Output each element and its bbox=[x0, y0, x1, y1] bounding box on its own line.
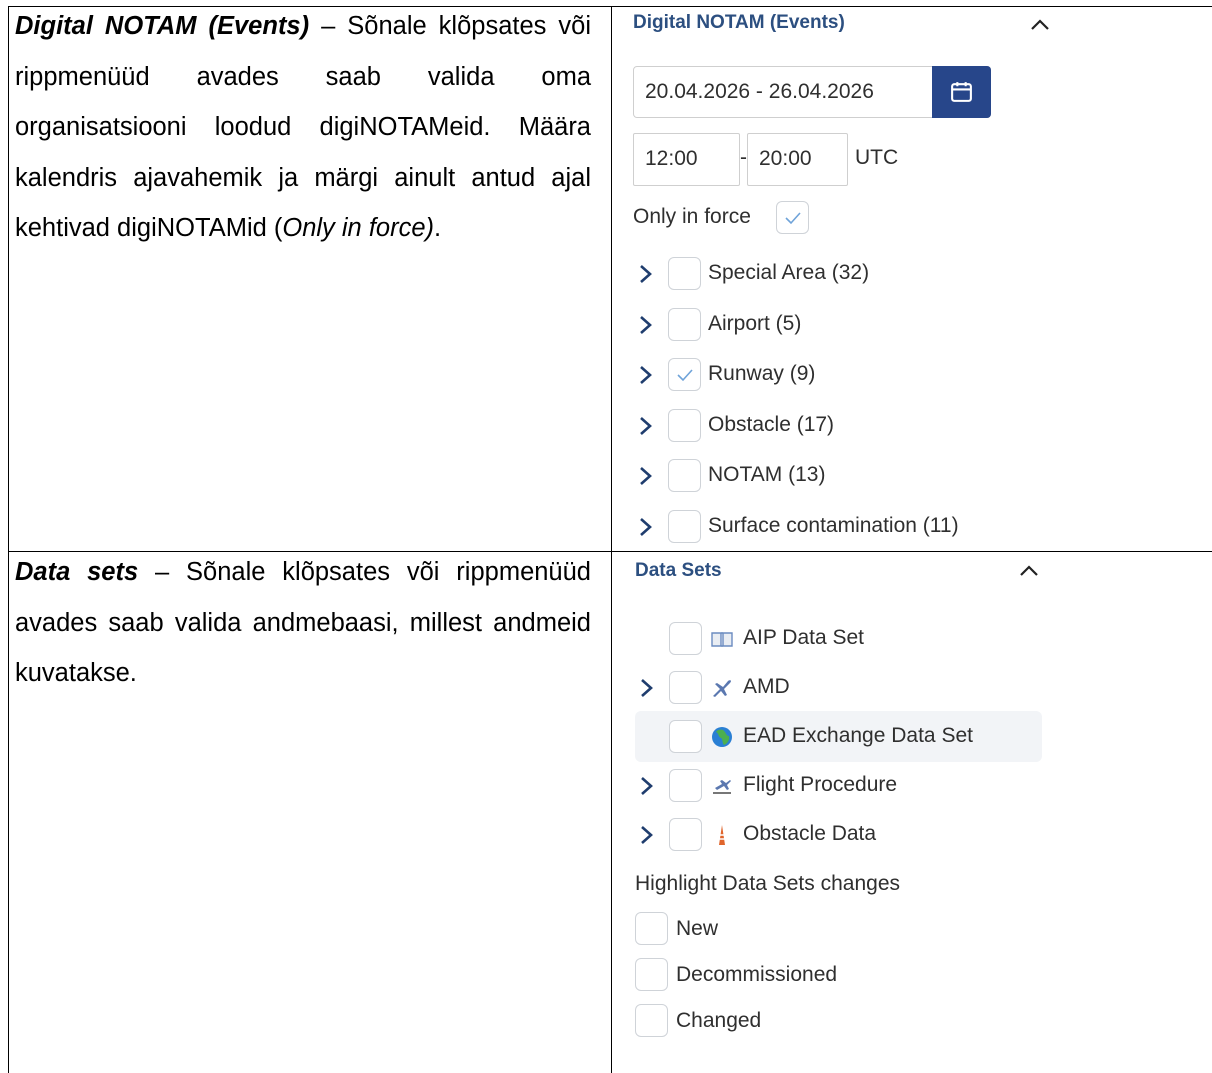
chevron-right-icon[interactable] bbox=[638, 774, 656, 798]
datasets-description: Data sets – Sõnale klõpsates või rippmen… bbox=[15, 547, 591, 699]
table-left-border bbox=[8, 6, 9, 1073]
notam-description-end: . bbox=[434, 214, 442, 242]
notam-event-checkbox[interactable] bbox=[668, 307, 701, 341]
chevron-right-icon[interactable] bbox=[637, 464, 655, 488]
notam-event-label: Surface contamination (11) bbox=[708, 513, 959, 537]
notam-event-label: NOTAM (13) bbox=[708, 463, 826, 486]
notam-description-text: – Sõnale klõpsates või rippmenüüd avades… bbox=[15, 12, 591, 242]
airplane-icon bbox=[710, 676, 734, 700]
table-column-divider bbox=[611, 6, 612, 1073]
chevron-up-icon[interactable] bbox=[1017, 559, 1041, 583]
book-icon bbox=[710, 627, 734, 651]
time-to-value: 20:00 bbox=[759, 147, 812, 170]
dataset-label: AIP Data Set bbox=[743, 626, 865, 649]
notam-description-title: Digital NOTAM (Events) bbox=[15, 12, 310, 40]
dataset-label: AMD bbox=[743, 675, 790, 698]
dataset-checkbox[interactable] bbox=[669, 671, 702, 704]
chevron-right-icon[interactable] bbox=[637, 313, 655, 337]
notam-event-checkbox[interactable] bbox=[668, 509, 701, 543]
highlight-changes-title: Highlight Data Sets changes bbox=[635, 872, 900, 895]
chevron-right-icon[interactable] bbox=[638, 823, 656, 847]
notam-event-label: Obstacle (17) bbox=[708, 412, 835, 436]
chevron-right-icon[interactable] bbox=[637, 363, 655, 387]
date-range-value: 20.04.2026 - 26.04.2026 bbox=[645, 80, 874, 103]
calendar-button[interactable] bbox=[932, 66, 991, 118]
highlight-option-label: New bbox=[676, 917, 719, 940]
notam-event-checkbox[interactable] bbox=[668, 257, 701, 290]
dataset-label: EAD Exchange Data Set bbox=[743, 724, 973, 747]
notam-description-italic: Only in force) bbox=[282, 214, 435, 242]
dataset-checkbox[interactable] bbox=[669, 818, 702, 851]
notam-event-checkbox[interactable] bbox=[668, 459, 701, 492]
notam-panel-title[interactable]: Digital NOTAM (Events) bbox=[633, 12, 845, 34]
chevron-up-icon[interactable] bbox=[1028, 13, 1052, 37]
time-to-input[interactable]: 20:00 bbox=[747, 133, 848, 186]
procedure-icon bbox=[710, 774, 734, 798]
highlight-option-label: Changed bbox=[676, 1009, 762, 1032]
dataset-checkbox[interactable] bbox=[669, 720, 702, 753]
time-from-input[interactable]: 12:00 bbox=[633, 133, 740, 186]
time-separator: - bbox=[740, 146, 747, 169]
notam-event-label: Special Area (32) bbox=[708, 261, 870, 284]
notam-event-label: Runway (9) bbox=[708, 362, 816, 385]
dataset-label: Flight Procedure bbox=[743, 773, 898, 796]
highlight-option-checkbox[interactable] bbox=[635, 912, 668, 945]
notam-description: Digital NOTAM (Events) – Sõnale klõpsate… bbox=[15, 1, 591, 254]
chevron-right-icon[interactable] bbox=[638, 676, 656, 700]
tower-icon bbox=[710, 823, 734, 847]
checkmark-icon bbox=[677, 369, 693, 382]
notam-event-label: Airport (5) bbox=[708, 311, 802, 335]
dataset-checkbox[interactable] bbox=[669, 769, 702, 802]
dataset-label: Obstacle Data bbox=[743, 822, 877, 845]
timezone-label: UTC bbox=[855, 146, 899, 169]
calendar-icon bbox=[951, 82, 972, 102]
datasets-panel-title[interactable]: Data Sets bbox=[635, 560, 722, 582]
globe-icon bbox=[710, 725, 734, 749]
notam-event-checkbox[interactable] bbox=[668, 408, 701, 442]
highlight-option-checkbox[interactable] bbox=[635, 1004, 668, 1037]
highlight-option-checkbox[interactable] bbox=[635, 958, 668, 991]
chevron-right-icon[interactable] bbox=[637, 515, 655, 539]
highlight-option-label: Decommissioned bbox=[676, 963, 838, 986]
notam-event-checkbox[interactable] bbox=[668, 358, 701, 391]
dataset-checkbox[interactable] bbox=[669, 622, 702, 655]
time-from-value: 12:00 bbox=[645, 147, 698, 170]
chevron-right-icon[interactable] bbox=[637, 262, 655, 286]
only-in-force-checkbox[interactable] bbox=[776, 201, 809, 234]
chevron-right-icon[interactable] bbox=[637, 414, 655, 438]
checkmark-icon bbox=[785, 212, 801, 225]
only-in-force-label: Only in force bbox=[633, 205, 751, 228]
datasets-description-title: Data sets bbox=[15, 558, 139, 586]
